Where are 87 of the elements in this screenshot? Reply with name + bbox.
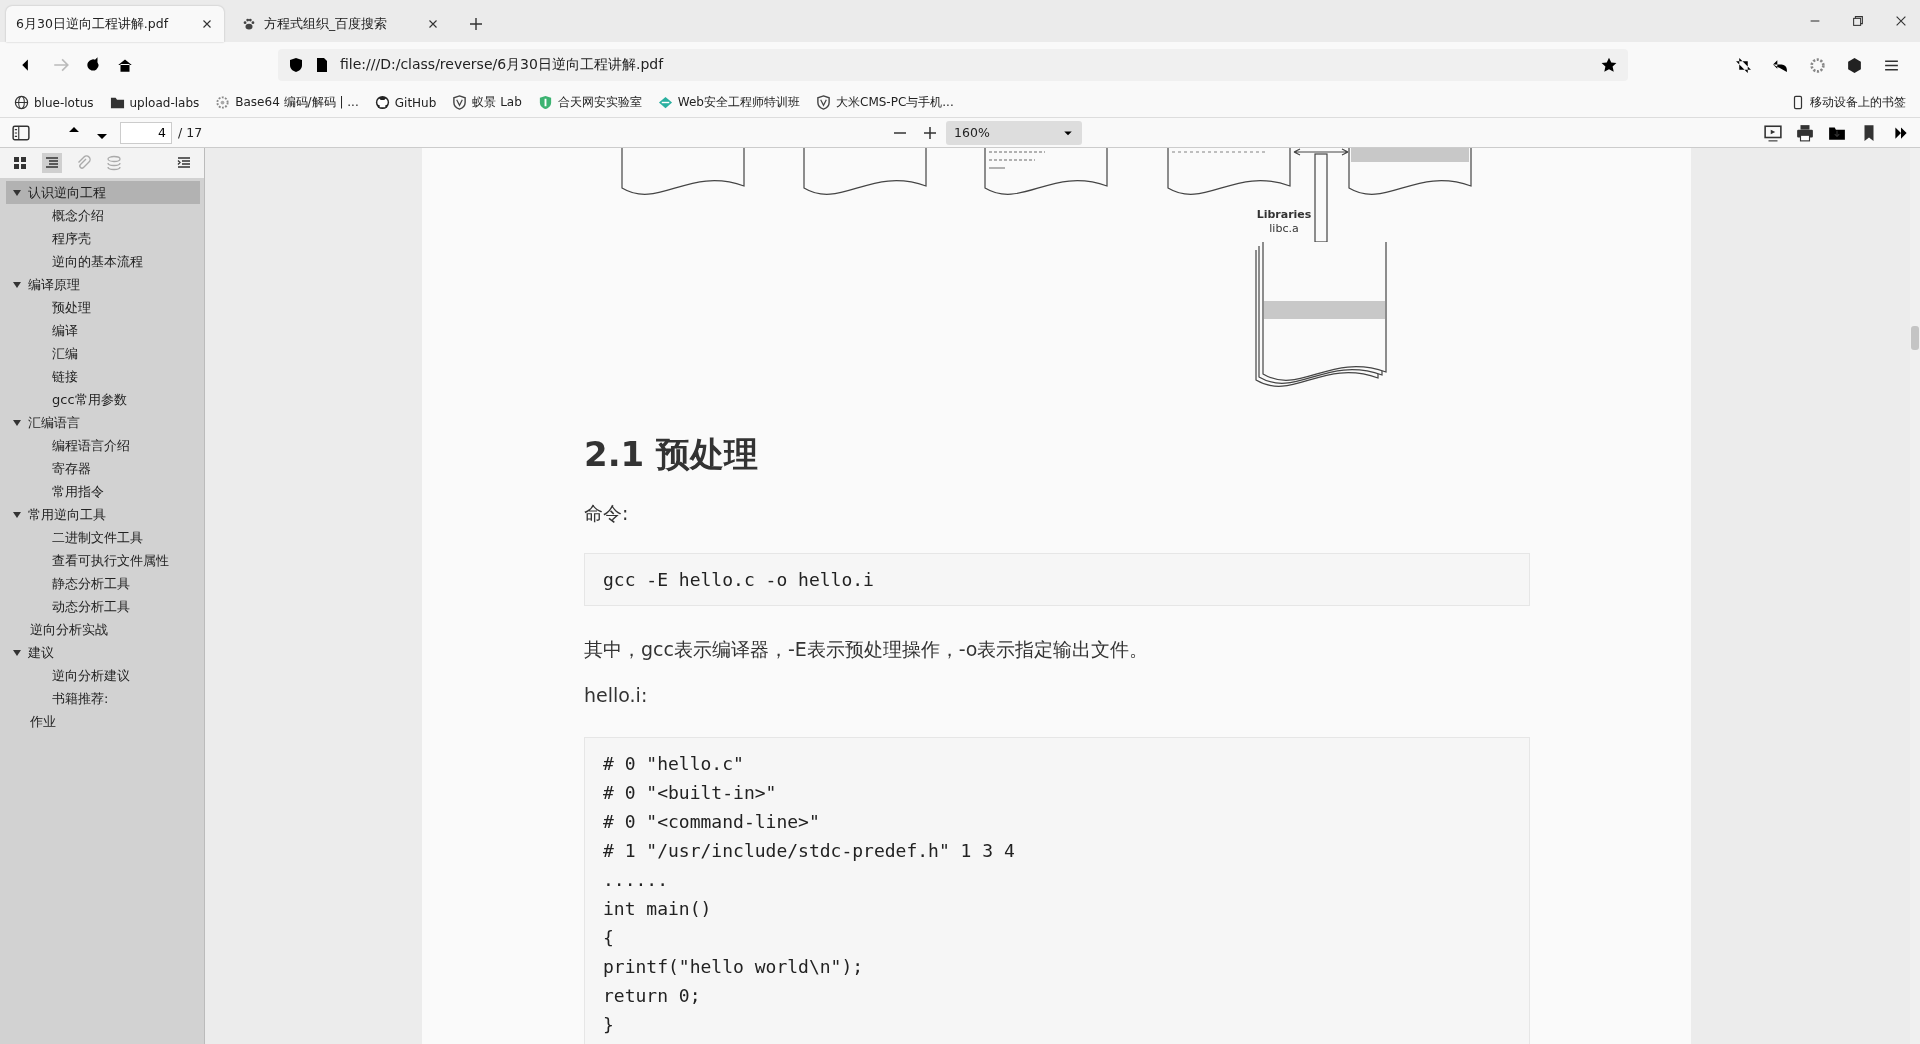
outline-icon[interactable] xyxy=(44,155,60,171)
outline-item[interactable]: 常用指令 xyxy=(6,480,200,503)
outline-item[interactable]: 链接 xyxy=(6,365,200,388)
code-block: gcc -E hello.c -o hello.i xyxy=(584,553,1530,606)
shield-icon xyxy=(537,95,553,110)
page-number-field[interactable]: 4 xyxy=(120,121,172,144)
paw-icon xyxy=(242,17,256,31)
twisty-icon[interactable] xyxy=(12,279,22,290)
outline-item[interactable]: 汇编 xyxy=(6,342,200,365)
code-line: printf("hello world\n"); xyxy=(603,955,864,979)
outline-item[interactable]: gcc常用参数 xyxy=(6,388,200,411)
leaf-icon xyxy=(657,95,673,110)
page-count: / 17 xyxy=(178,125,203,140)
presentation-icon[interactable] xyxy=(1764,123,1782,142)
current-outline-icon[interactable] xyxy=(176,155,192,171)
outline-item[interactable]: 汇编语言 xyxy=(6,411,200,434)
folder-icon xyxy=(109,95,125,110)
code-line: { xyxy=(603,926,614,950)
bookmark-item[interactable]: GitHub xyxy=(374,95,437,110)
outline-item[interactable]: 程序壳 xyxy=(6,227,200,250)
diagram-label: libc.a xyxy=(1269,222,1299,235)
outline-item[interactable]: 书籍推荐: xyxy=(6,687,200,710)
bookmark-item[interactable]: 合天网安实验室 xyxy=(537,94,642,111)
page-icon xyxy=(314,57,330,73)
outline-item[interactable]: 寄存器 xyxy=(6,457,200,480)
zoom-select[interactable]: 160% xyxy=(946,120,1083,145)
outline-item[interactable]: 编译原理 xyxy=(6,273,200,296)
paragraph: 命令: xyxy=(584,501,630,526)
bookmark-item[interactable]: upload-labs xyxy=(109,95,200,110)
outline-item[interactable]: 建议 xyxy=(6,641,200,664)
print-icon[interactable] xyxy=(1796,123,1814,142)
outline-item[interactable]: 逆向的基本流程 xyxy=(6,250,200,273)
bookmark-item[interactable]: 大米CMS-PC与手机... xyxy=(816,94,954,111)
outline-item[interactable]: 认识逆向工程 xyxy=(6,181,200,204)
outline-item[interactable]: 编程语言介绍 xyxy=(6,434,200,457)
diagram-label: Libraries xyxy=(1256,208,1312,221)
sidebar-toggle-icon[interactable] xyxy=(12,123,30,142)
code-line: # 0 "<command-line>" xyxy=(603,810,820,834)
outline-item[interactable]: 逆向分析实战 xyxy=(6,618,200,641)
gear-icon xyxy=(215,95,231,110)
bookmark-item[interactable]: blue-lotus xyxy=(14,95,94,110)
twisty-icon[interactable] xyxy=(12,509,22,520)
outline-item[interactable]: 二进制文件工具 xyxy=(6,526,200,549)
code-line: int main() xyxy=(603,897,712,921)
close-icon[interactable] xyxy=(1894,14,1908,28)
outline-item[interactable]: 编译 xyxy=(6,319,200,342)
paragraph: 其中，gcc表示编译器，-E表示预处理操作，-o表示指定输出文件。 xyxy=(584,637,1150,662)
code-line: ...... xyxy=(603,868,669,892)
bookmark-item[interactable]: 蚁景 Lab xyxy=(452,94,522,111)
code-line: } xyxy=(603,1013,614,1037)
outline-item[interactable]: 查看可执行文件属性 xyxy=(6,549,200,572)
code-line: # 0 "hello.c" xyxy=(603,752,744,776)
bookmark-item[interactable]: 移动设备上的书签 xyxy=(1791,94,1906,111)
circle-icon[interactable] xyxy=(1809,56,1826,74)
shield-icon xyxy=(452,95,468,110)
globe-icon xyxy=(14,95,29,110)
thumbnails-icon[interactable] xyxy=(12,155,28,171)
shield-icon xyxy=(816,95,831,110)
hexagon-icon[interactable] xyxy=(1846,56,1863,74)
outline-item[interactable]: 常用逆向工具 xyxy=(6,503,200,526)
outline-item[interactable]: 作业 xyxy=(6,710,200,733)
scrollbar-thumb[interactable] xyxy=(1911,326,1919,350)
zoom-in-icon[interactable] xyxy=(922,124,939,141)
code-line: return 0; xyxy=(603,984,701,1008)
paperclip-icon[interactable] xyxy=(76,155,92,171)
outline-item[interactable]: 动态分析工具 xyxy=(6,595,200,618)
twisty-icon[interactable] xyxy=(12,417,22,428)
twisty-icon[interactable] xyxy=(12,187,22,198)
paragraph: hello.i: xyxy=(584,683,649,708)
bookmark-item[interactable]: Web安全工程师特训班 xyxy=(657,94,800,111)
browser-tab[interactable]: 6月30日逆向工程讲解.pdf xyxy=(6,6,224,42)
outline-item[interactable]: 概念介绍 xyxy=(6,204,200,227)
code-line: # 1 "/usr/include/stdc-predef.h" 1 3 4 xyxy=(603,839,1015,863)
outline-item[interactable]: 逆向分析建议 xyxy=(6,664,200,687)
twisty-icon[interactable] xyxy=(12,647,22,658)
phone-icon xyxy=(1791,95,1805,110)
restore-icon[interactable] xyxy=(1851,14,1865,28)
code-line: # 0 "<built-in>" xyxy=(603,781,777,805)
section-heading: 2.1 预处理 xyxy=(584,433,760,476)
star-icon[interactable] xyxy=(1600,56,1618,74)
browser-tab[interactable]: 方程式组织_百度搜索 xyxy=(232,6,450,42)
outline-item[interactable]: 静态分析工具 xyxy=(6,572,200,595)
shield-icon xyxy=(288,57,304,73)
cat-icon xyxy=(374,95,390,110)
bookmark-item[interactable]: Base64 编码/解码 | ... xyxy=(215,94,359,111)
outline-item[interactable]: 预处理 xyxy=(6,296,200,319)
plus-icon[interactable] xyxy=(468,16,484,32)
